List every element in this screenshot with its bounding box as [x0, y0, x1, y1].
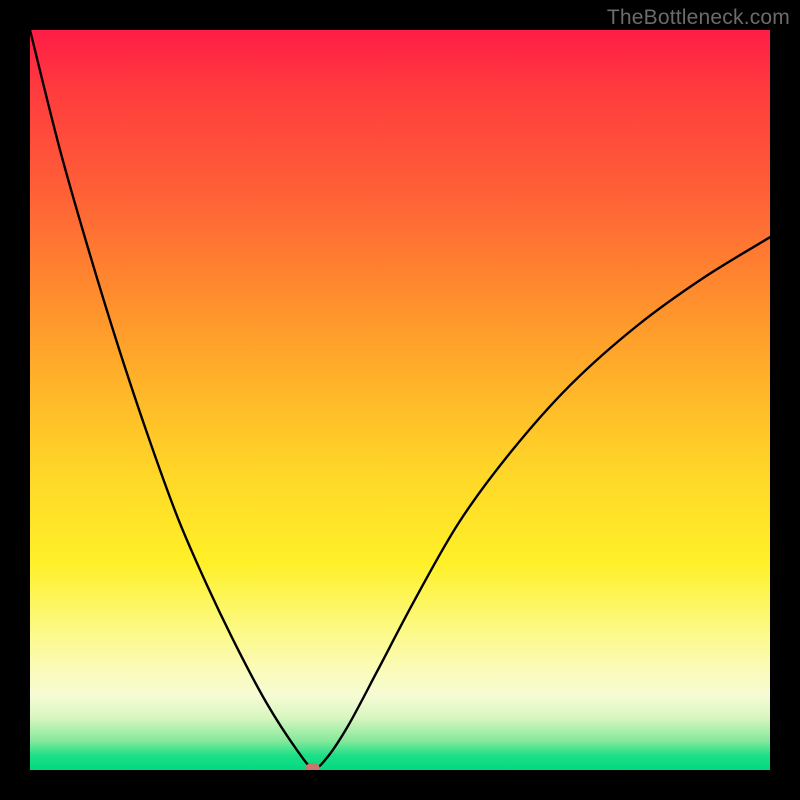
curve-line — [30, 30, 770, 768]
plot-area — [30, 30, 770, 770]
bottleneck-curve — [30, 30, 770, 770]
watermark-text: TheBottleneck.com — [607, 6, 790, 30]
chart-frame: TheBottleneck.com — [0, 0, 800, 800]
